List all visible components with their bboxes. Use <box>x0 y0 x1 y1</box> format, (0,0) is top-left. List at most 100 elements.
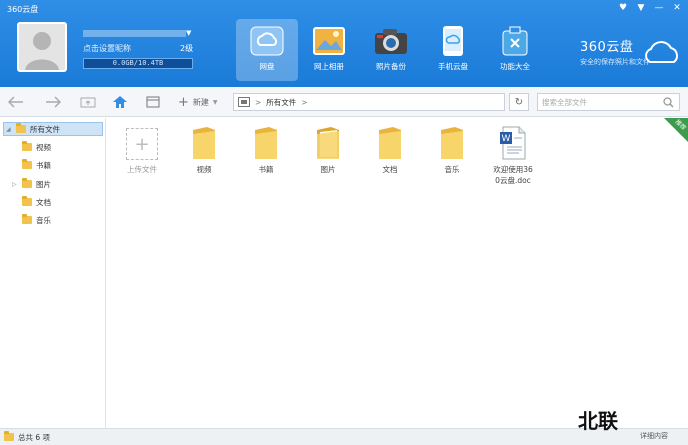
tab-label: 网盘 <box>259 62 275 71</box>
folder-icon <box>365 122 415 160</box>
tree-item-books[interactable]: 书籍 <box>12 158 51 172</box>
back-arrow-icon <box>8 96 23 108</box>
file-label: 视频 <box>196 165 212 174</box>
details-link[interactable]: 详细内容 <box>640 431 668 441</box>
folder-icon <box>22 159 32 169</box>
file-item[interactable]: 图片 <box>303 122 353 175</box>
folder-icon <box>22 178 32 188</box>
tree-item-videos[interactable]: 视频 <box>12 140 51 154</box>
breadcrumb[interactable]: > 所有文件 > <box>233 93 505 111</box>
watermark: 北联 <box>578 409 618 433</box>
plus-icon: + <box>178 94 189 110</box>
tree-item-music[interactable]: 音乐 <box>12 213 51 227</box>
expanded-arrow-icon[interactable]: ◢ <box>6 126 12 133</box>
folder-icon <box>179 122 229 160</box>
brand-slogan: 安全的保存照片和文件 <box>580 58 650 66</box>
upload-label: 上传文件 <box>127 165 157 174</box>
file-grid: + 上传文件 视频 书籍 图片 文档 音乐 W 欢迎使用360云盘.doc 推荐 <box>107 118 688 428</box>
folder-icon <box>22 214 32 224</box>
chevron-down-icon: ▼ <box>212 98 218 106</box>
tree-item-pictures[interactable]: ▷ 图片 <box>12 177 51 191</box>
file-item[interactable]: 音乐 <box>427 122 477 175</box>
photo-album-icon <box>310 24 348 58</box>
close-button[interactable]: ✕ <box>672 3 682 13</box>
skin-icon[interactable]: ♥ <box>618 3 628 13</box>
menu-dropdown-icon[interactable]: ▼ <box>636 3 646 13</box>
forward-button[interactable] <box>45 93 61 111</box>
file-item[interactable]: W 欢迎使用360云盘.doc <box>488 122 538 186</box>
file-item[interactable]: 书籍 <box>241 122 291 175</box>
main-nav: 网盘 网上相册 照片备份 手机云盘 功能大全 <box>236 19 546 81</box>
tab-label: 网上相册 <box>314 62 344 71</box>
file-item[interactable]: 文档 <box>365 122 415 175</box>
upload-file-button[interactable]: + 上传文件 <box>117 122 167 175</box>
breadcrumb-item[interactable]: 所有文件 <box>266 97 296 108</box>
tree-label: 视频 <box>36 142 51 152</box>
cloud-logo-icon <box>642 40 682 66</box>
svg-text:W: W <box>502 134 511 144</box>
folder-icon <box>241 122 291 160</box>
tab-label: 手机云盘 <box>438 62 468 71</box>
tree-item-all-files[interactable]: ◢ 所有文件 <box>3 122 103 136</box>
search-icon[interactable] <box>663 97 674 108</box>
tab-label: 功能大全 <box>500 62 530 71</box>
phone-cloud-icon <box>434 24 472 58</box>
account-dropdown-icon[interactable]: ▼ <box>186 29 191 37</box>
set-nickname-link[interactable]: 点击设置昵称 <box>83 43 131 54</box>
folder-tree: ◢ 所有文件 视频 书籍 ▷ 图片 文档 音乐 <box>0 118 106 428</box>
folder-icon <box>16 123 26 133</box>
user-avatar-icon <box>19 24 65 70</box>
tree-label: 书籍 <box>36 160 51 170</box>
home-button[interactable] <box>112 93 128 111</box>
back-button[interactable] <box>8 93 24 111</box>
forward-arrow-icon <box>46 96 61 108</box>
app-title: 360云盘 <box>7 5 39 14</box>
refresh-icon: ↻ <box>514 96 524 108</box>
file-label: 图片 <box>320 165 336 174</box>
home-icon <box>113 96 127 108</box>
minimize-button[interactable]: — <box>654 3 664 13</box>
tree-label: 图片 <box>36 179 51 189</box>
drive-icon <box>238 97 250 107</box>
tree-label: 文档 <box>36 197 51 207</box>
tab-photo-backup[interactable]: 照片备份 <box>360 19 422 81</box>
item-count: 总共 6 项 <box>18 432 51 442</box>
window-controls: ♥ ▼ — ✕ <box>618 3 682 13</box>
user-level: 2级 <box>180 44 194 53</box>
tree-item-documents[interactable]: 文档 <box>12 195 51 209</box>
username-field[interactable] <box>83 30 186 37</box>
breadcrumb-separator: > <box>301 97 308 107</box>
file-item[interactable]: 视频 <box>179 122 229 175</box>
cloud-drive-icon <box>248 24 286 58</box>
breadcrumb-separator: > <box>255 97 262 107</box>
tab-label: 照片备份 <box>376 62 406 71</box>
folder-icon <box>22 196 32 206</box>
tab-phone-cloud[interactable]: 手机云盘 <box>422 19 484 81</box>
tab-toolbox[interactable]: 功能大全 <box>484 19 546 81</box>
new-label: 新建 <box>192 97 209 107</box>
tab-photo-album[interactable]: 网上相册 <box>298 19 360 81</box>
tab-cloud-drive[interactable]: 网盘 <box>236 19 298 81</box>
view-mode-button[interactable] <box>146 93 160 111</box>
file-label: 欢迎使用360云盘.doc <box>493 165 533 185</box>
folder-icon <box>4 431 14 441</box>
folder-icon <box>22 141 32 151</box>
file-label: 书籍 <box>258 165 274 174</box>
brand-name: 360云盘 <box>580 40 634 55</box>
search-input[interactable]: 搜索全部文件 <box>537 93 680 111</box>
parent-folder-button[interactable] <box>80 93 96 111</box>
toolbar: + 新建 ▼ > 所有文件 > ↻ 搜索全部文件 <box>0 87 688 117</box>
search-placeholder: 搜索全部文件 <box>542 97 587 107</box>
new-button[interactable]: + 新建 ▼ <box>178 93 218 111</box>
folder-up-icon <box>80 97 96 108</box>
expand-arrow-icon[interactable]: ▷ <box>12 181 18 188</box>
toolbox-icon <box>496 24 534 58</box>
refresh-button[interactable]: ↻ <box>509 93 529 111</box>
window-view-icon <box>146 96 160 108</box>
folder-icon <box>303 122 353 160</box>
avatar[interactable] <box>17 22 67 72</box>
plus-icon: + <box>126 128 158 160</box>
header-bar: 360云盘 ♥ ▼ — ✕ ▼ 点击设置昵称 2级 0.0GB/10.4TB 网… <box>0 0 688 87</box>
brand: 360云盘 安全的保存照片和文件 <box>580 36 650 67</box>
tree-label: 所有文件 <box>30 124 60 134</box>
